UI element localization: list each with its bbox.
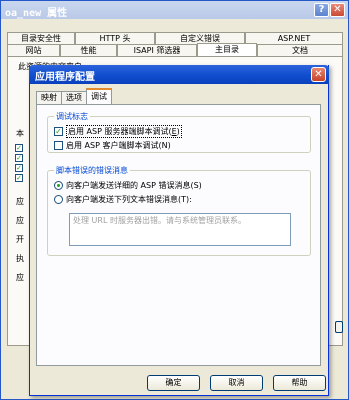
debug-flags-group: 调试标志 ✓ 启用 ASP 服务器端脚本调试(E) 启用 ASP 客户端脚本调试… (47, 111, 311, 153)
dialog-title: 应用程序配置 (35, 72, 95, 83)
detailed-errors-option[interactable]: 向客户端发送详细的 ASP 错误消息(S) (54, 180, 202, 191)
dialog-tabs: 映射 选项 调试 (36, 88, 112, 104)
detailed-errors-label: 向客户端发送详细的 ASP 错误消息(S) (66, 181, 202, 190)
text-error-label: 向客户端发送下列文本错误消息(T): (66, 195, 192, 204)
close-icon[interactable]: ✕ (330, 3, 345, 17)
side-label: 应 (16, 197, 24, 206)
client-debug-option[interactable]: 启用 ASP 客户端脚本调试(N) (54, 140, 171, 151)
tab-isapi-filters[interactable]: ISAPI 筛选器 (117, 44, 197, 56)
tab-website[interactable]: 网站 (7, 44, 60, 56)
error-message-textarea[interactable]: 处理 URL 时服务器出错。请与系统管理员联系。 (69, 213, 291, 246)
tab-http-headers[interactable]: HTTP 头 (75, 32, 155, 44)
text-error-option[interactable]: 向客户端发送下列文本错误消息(T): (54, 194, 192, 205)
tab-row-2: 网站 性能 ISAPI 筛选器 主目录 文档 (7, 43, 343, 56)
error-messages-group: 脚本错误的错误消息 向客户端发送详细的 ASP 错误消息(S) 向客户端发送下列… (47, 165, 311, 256)
side-label: 应 (16, 273, 24, 282)
server-debug-option[interactable]: ✓ 启用 ASP 服务器端脚本调试(E) (54, 125, 182, 138)
debugging-panel: 调试标志 ✓ 启用 ASP 服务器端脚本调试(E) 启用 ASP 客户端脚本调试… (36, 104, 321, 366)
detailed-errors-radio[interactable] (54, 181, 63, 190)
side-checkbox[interactable]: ✓ (15, 174, 23, 182)
side-checkbox[interactable]: ✓ (15, 154, 23, 162)
properties-title: oa_new 属性 (5, 8, 68, 19)
properties-titlebar[interactable]: oa_new 属性 ? ✕ (1, 1, 348, 19)
close-icon[interactable]: ✕ (311, 67, 326, 82)
tab-performance[interactable]: 性能 (60, 44, 117, 56)
help-button[interactable]: 帮助 (273, 375, 326, 391)
tab-documents[interactable]: 文档 (257, 44, 343, 56)
debug-flags-label: 调试标志 (54, 111, 90, 122)
tab-home-directory[interactable]: 主目录 (197, 43, 257, 56)
cancel-button[interactable]: 取消 (210, 375, 263, 391)
tab-debugging[interactable]: 调试 (86, 88, 112, 104)
tab-aspnet[interactable]: ASP.NET (245, 32, 343, 44)
server-debug-checkbox[interactable]: ✓ (54, 127, 63, 136)
side-label: 开 (16, 235, 24, 244)
side-checkbox[interactable]: ✓ (15, 144, 23, 152)
tab-options[interactable]: 选项 (61, 91, 87, 104)
ok-button[interactable]: 确定 (147, 375, 200, 391)
dialog-titlebar[interactable]: 应用程序配置 ✕ (29, 65, 329, 84)
app-config-dialog: 应用程序配置 ✕ 映射 选项 调试 调试标志 ✓ 启用 ASP 服务器端脚本调试… (29, 65, 329, 396)
side-label: 本 (16, 129, 24, 138)
tab-row-1: 目录安全性 HTTP 头 自定义错误 ASP.NET (7, 32, 343, 44)
tab-directory-security[interactable]: 目录安全性 (7, 32, 75, 44)
server-debug-label: 启用 ASP 服务器端脚本调试(E) (66, 125, 182, 138)
text-error-radio[interactable] (54, 195, 63, 204)
outer-partial-button[interactable] (335, 321, 343, 333)
client-debug-label: 启用 ASP 客户端脚本调试(N) (66, 141, 171, 150)
tab-mappings[interactable]: 映射 (36, 91, 62, 104)
help-icon[interactable]: ? (314, 3, 329, 17)
side-label: 应 (16, 216, 24, 225)
side-checkbox[interactable]: ✓ (15, 164, 23, 172)
client-debug-checkbox[interactable] (54, 141, 63, 150)
side-label: 执 (16, 254, 24, 263)
error-messages-label: 脚本错误的错误消息 (54, 165, 130, 176)
